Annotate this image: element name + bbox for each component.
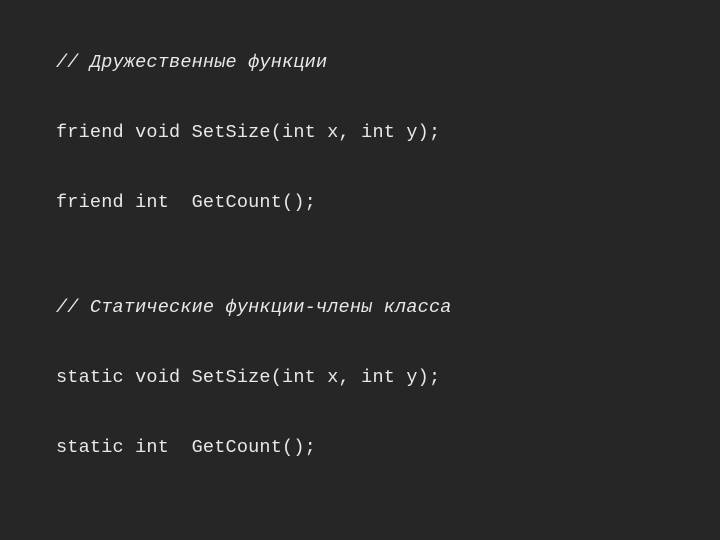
code-line: // Статические функции-члены класса (56, 290, 720, 325)
code-line: static void SetSize(int x, int y); (56, 360, 720, 395)
code-block: // Дружественные функции friend void Set… (0, 0, 720, 540)
code-line: friend int GetCount(); (56, 185, 720, 220)
code-line: // Дружественные функции (56, 45, 720, 80)
code-line: friend void SetSize(int x, int y); (56, 115, 720, 150)
code-line: void Paint(HDC hdc); (56, 535, 720, 540)
code-line: static int GetCount(); (56, 430, 720, 465)
